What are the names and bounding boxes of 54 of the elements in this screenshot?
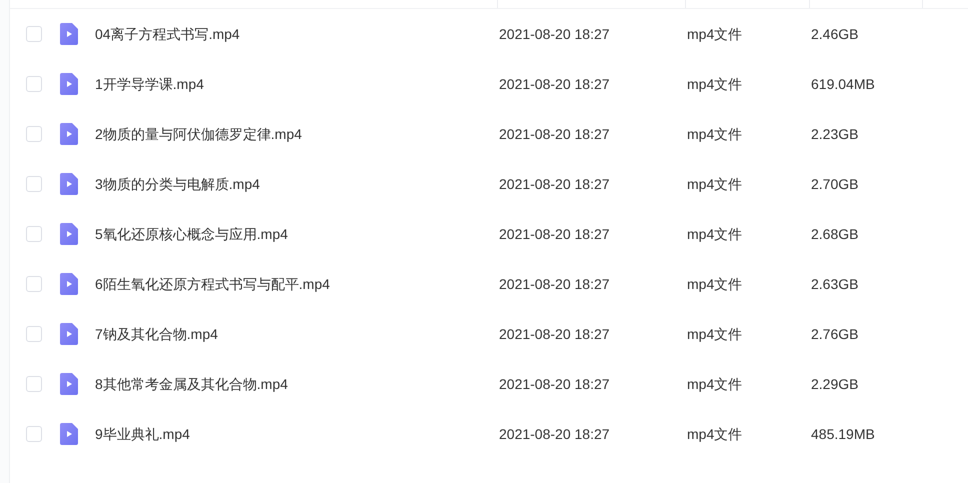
- file-type: mp4文件: [687, 26, 742, 42]
- file-type: mp4文件: [687, 276, 742, 292]
- file-name[interactable]: 3物质的分类与电解质.mp4: [95, 176, 260, 192]
- file-size: 485.19MB: [811, 426, 875, 442]
- video-file-icon: [60, 23, 78, 45]
- file-type: mp4文件: [687, 226, 742, 242]
- file-name[interactable]: 7钠及其化合物.mp4: [95, 326, 218, 342]
- checkbox[interactable]: [26, 276, 42, 292]
- modified-date: 2021-08-20 18:27: [499, 226, 610, 242]
- video-file-icon: [60, 223, 78, 245]
- modified-date: 2021-08-20 18:27: [499, 376, 610, 392]
- video-file-icon: [60, 323, 78, 345]
- modified-date: 2021-08-20 18:27: [499, 176, 610, 192]
- file-name[interactable]: 5氧化还原核心概念与应用.mp4: [95, 226, 288, 242]
- file-type: mp4文件: [687, 376, 742, 392]
- file-size: 2.46GB: [811, 26, 858, 42]
- file-type: mp4文件: [687, 76, 742, 92]
- checkbox[interactable]: [26, 426, 42, 442]
- file-size: 2.76GB: [811, 326, 858, 342]
- file-name[interactable]: 2物质的量与阿伏伽德罗定律.mp4: [95, 126, 302, 142]
- modified-date: 2021-08-20 18:27: [499, 26, 610, 42]
- checkbox[interactable]: [26, 176, 42, 192]
- video-file-icon: [60, 123, 78, 145]
- file-size: 2.63GB: [811, 276, 858, 292]
- modified-date: 2021-08-20 18:27: [499, 326, 610, 342]
- modified-date: 2021-08-20 18:27: [499, 426, 610, 442]
- modified-date: 2021-08-20 18:27: [499, 126, 610, 142]
- video-file-icon: [60, 273, 78, 295]
- modified-date: 2021-08-20 18:27: [499, 76, 610, 92]
- file-name[interactable]: 8其他常考金属及其化合物.mp4: [95, 376, 288, 392]
- file-type: mp4文件: [687, 126, 742, 142]
- file-name[interactable]: 6陌生氧化还原方程式书写与配平.mp4: [95, 276, 330, 292]
- checkbox[interactable]: [26, 126, 42, 142]
- file-size: 2.70GB: [811, 176, 858, 192]
- file-size: 2.23GB: [811, 126, 858, 142]
- file-type: mp4文件: [687, 326, 742, 342]
- checkbox[interactable]: [26, 326, 42, 342]
- video-file-icon: [60, 373, 78, 395]
- checkbox[interactable]: [26, 226, 42, 242]
- file-size: 619.04MB: [811, 76, 875, 92]
- checkbox[interactable]: [26, 76, 42, 92]
- file-type: mp4文件: [687, 426, 742, 442]
- file-name[interactable]: 9毕业典礼.mp4: [95, 426, 190, 442]
- file-name[interactable]: 1开学导学课.mp4: [95, 76, 204, 92]
- file-name[interactable]: 04离子方程式书写.mp4: [95, 26, 240, 42]
- file-size: 2.29GB: [811, 376, 858, 392]
- checkbox[interactable]: [26, 376, 42, 392]
- video-file-icon: [60, 423, 78, 445]
- file-size: 2.68GB: [811, 226, 858, 242]
- file-type: mp4文件: [687, 176, 742, 192]
- video-file-icon: [60, 173, 78, 195]
- checkbox[interactable]: [26, 26, 42, 42]
- modified-date: 2021-08-20 18:27: [499, 276, 610, 292]
- video-file-icon: [60, 73, 78, 95]
